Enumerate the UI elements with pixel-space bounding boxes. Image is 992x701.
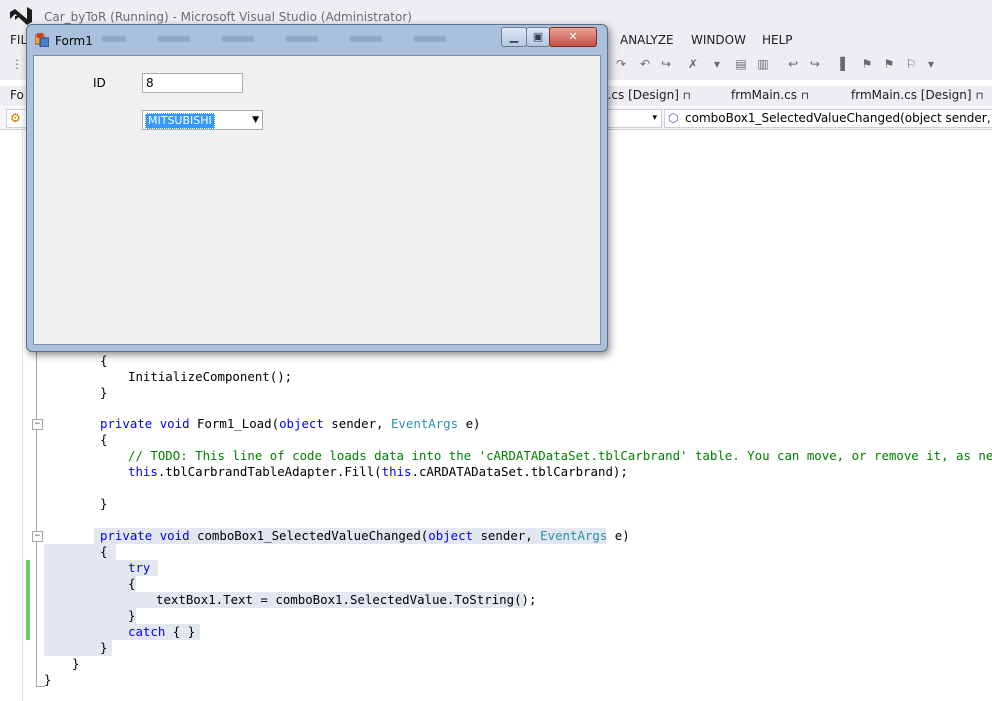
code-line: catch { }: [128, 624, 196, 639]
id-label: ID: [93, 76, 106, 90]
selection-highlight: [44, 608, 136, 624]
bookmark-prev-icon[interactable]: ⚑: [860, 57, 874, 71]
step-out-icon[interactable]: ↪: [659, 57, 673, 71]
change-indicator: [26, 560, 30, 640]
chevron-down-icon: ▾: [652, 113, 657, 123]
menu-analyze[interactable]: ANALYZE: [620, 33, 674, 47]
redo-icon[interactable]: ↪: [808, 57, 822, 71]
code-line: }: [100, 496, 108, 511]
combobox-selected-value: MITSUBISHI: [145, 113, 215, 129]
toolbar-overflow-icon[interactable]: ▾: [924, 57, 938, 71]
code-line: {: [100, 544, 108, 559]
code-line: {: [128, 576, 136, 591]
code-line: try: [128, 560, 151, 575]
code-line: {: [100, 353, 108, 368]
tab-label: g.cs [Design]: [600, 88, 679, 102]
code-line: }: [72, 656, 80, 671]
tab-frmmain-design[interactable]: frmMain.cs [Design] ⊓: [851, 88, 983, 102]
code-line: this.tblCarbrandTableAdapter.Fill(this.c…: [128, 464, 628, 479]
code-line: }: [44, 672, 52, 687]
breakpoint-toggle-icon[interactable]: ✗: [686, 57, 700, 71]
bookmark-next-icon[interactable]: ⚑: [882, 57, 896, 71]
pin-icon[interactable]: ⊓: [683, 91, 691, 102]
code-comment: // TODO: This line of code loads data in…: [128, 448, 992, 463]
code-line: InitializeComponent();: [128, 369, 293, 384]
step-into-icon[interactable]: ↶: [638, 57, 652, 71]
menu-help[interactable]: HELP: [762, 33, 793, 47]
code-line: private void Form1_Load(object sender, E…: [100, 416, 481, 431]
pin-icon[interactable]: ⊓: [976, 91, 984, 102]
form1-client-area: ID 8 MITSUBISHI ▼: [33, 55, 601, 345]
code-line: private void comboBox1_SelectedValueChan…: [100, 528, 630, 543]
tab-left-fragment[interactable]: Fo: [10, 88, 24, 102]
form1-title: Form1: [55, 34, 93, 48]
collapse-form1-load-icon[interactable]: −: [32, 419, 43, 430]
method-icon: ⬡: [668, 111, 679, 125]
form1-window: Form1 ▁ ▣ ✕ ID 8 MITSUBISHI ▼: [26, 24, 608, 352]
tab-design-form[interactable]: g.cs [Design] ⊓: [600, 88, 691, 102]
code-line: }: [128, 608, 136, 623]
menu-window[interactable]: WINDOW: [691, 33, 746, 47]
selection-highlight: [44, 576, 136, 592]
maximize-icon: ▣: [532, 30, 544, 43]
car-brand-combobox[interactable]: MITSUBISHI ▼: [142, 110, 263, 130]
id-textbox[interactable]: 8: [142, 73, 243, 93]
step-over-icon[interactable]: ↷: [614, 57, 628, 71]
minimize-icon: ▁: [509, 30, 519, 43]
undo-icon[interactable]: ↩: [786, 57, 800, 71]
member-dropdown[interactable]: ⬡ comboBox1_SelectedValueChanged(object …: [664, 109, 992, 128]
form-app-icon: [35, 33, 49, 47]
selection-margin: [0, 130, 23, 701]
dropdown-arrow-icon[interactable]: ▾: [710, 57, 724, 71]
code-line: textBox1.Text = comboBox1.SelectedValue.…: [156, 592, 537, 607]
chevron-down-icon[interactable]: ▼: [252, 113, 259, 127]
tab-label: frmMain.cs: [731, 88, 797, 102]
bookmark-clear-icon[interactable]: ⚐: [904, 57, 918, 71]
collapse-combobox-handler-icon[interactable]: −: [32, 531, 43, 542]
menu-file[interactable]: FIL: [10, 33, 27, 47]
bookmark-icon[interactable]: ▌: [838, 57, 852, 71]
code-line: }: [100, 640, 108, 655]
grip-icon: ⋮: [11, 57, 23, 71]
locals-icon[interactable]: ▤: [734, 57, 748, 71]
class-icon: ⚙: [10, 111, 21, 125]
tab-label: frmMain.cs [Design]: [851, 88, 972, 102]
member-dropdown-value: comboBox1_SelectedValueChanged(object se…: [685, 111, 992, 125]
code-line: }: [100, 385, 108, 400]
tab-frmmain-code[interactable]: frmMain.cs ⊓: [731, 88, 809, 102]
blurred-menu-behind: [102, 36, 502, 42]
window-title: Car_byToR (Running) - Microsoft Visual S…: [44, 10, 412, 24]
minimize-button[interactable]: ▁: [501, 27, 527, 47]
pin-icon[interactable]: ⊓: [801, 91, 809, 102]
maximize-button[interactable]: ▣: [526, 27, 550, 47]
call-stack-icon[interactable]: ▥: [756, 57, 770, 71]
code-line: {: [100, 432, 108, 447]
form1-title-bar[interactable]: Form1 ▁ ▣ ✕: [27, 25, 607, 53]
close-icon: ✕: [568, 30, 578, 43]
close-button[interactable]: ✕: [549, 27, 597, 47]
